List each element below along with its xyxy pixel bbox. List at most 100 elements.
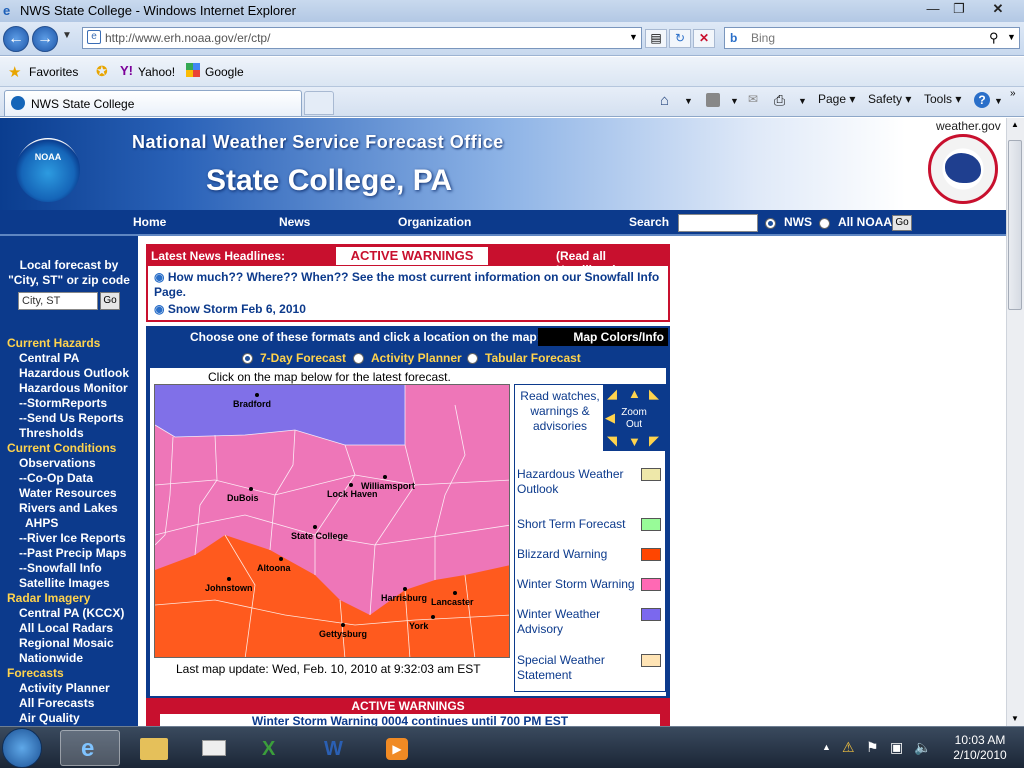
search-placeholder[interactable]: Bing (751, 31, 775, 45)
city-label-johnstown[interactable]: Johnstown (205, 583, 253, 593)
radio-all-noaa[interactable] (819, 218, 830, 229)
city-marker[interactable] (279, 557, 283, 561)
tray-expand-icon[interactable]: ▲ (822, 742, 831, 752)
forward-button[interactable]: → (32, 26, 58, 52)
scroll-down-icon[interactable]: ▼ (1011, 714, 1019, 723)
compatibility-icon[interactable]: ▤ (645, 29, 667, 48)
tools-menu[interactable]: Tools ▾ (924, 92, 961, 106)
sidebar-link-past-precip-maps[interactable]: --Past Precip Maps (19, 546, 126, 560)
city-go-button[interactable]: Go (100, 292, 120, 310)
nav-organization[interactable]: Organization (398, 215, 471, 229)
close-button[interactable]: ✕ (976, 0, 1020, 18)
scrollbar-thumb[interactable] (1008, 140, 1022, 310)
zoom-out-label[interactable]: Zoom Out (617, 407, 651, 431)
sidebar-link-nationwide[interactable]: Nationwide (19, 651, 83, 665)
legend-label-special-weather-statement[interactable]: Special Weather Statement (517, 653, 635, 683)
weather-gov-link[interactable]: weather.gov (936, 119, 1001, 133)
city-input[interactable]: City, ST (18, 292, 98, 310)
forecast-map[interactable]: Bradford Williamsport DuBois Lock Haven Stat… (154, 384, 510, 658)
nav-news[interactable]: News (279, 215, 310, 229)
sidebar-link-current-hazards[interactable]: Current Hazards (7, 336, 100, 350)
sidebar-link-thresholds[interactable]: Thresholds (19, 426, 84, 440)
sidebar-link-water-resources[interactable]: Water Resources (19, 486, 117, 500)
sidebar-link-river-ice-reports[interactable]: --River Ice Reports (19, 531, 126, 545)
address-dropdown-icon[interactable]: ▼ (629, 32, 638, 42)
radio-7day[interactable] (242, 353, 253, 364)
arrow-w-icon[interactable]: ◀ (605, 411, 615, 424)
radio-nws[interactable] (765, 218, 776, 229)
yahoo-link[interactable]: Yahoo! (138, 65, 175, 79)
sidebar-link-radar-imagery[interactable]: Radar Imagery (7, 591, 90, 605)
news-item-snowfall[interactable]: ◉ How much?? Where?? When?? See the most… (154, 270, 664, 300)
tray-display-icon[interactable]: ▣ (890, 739, 903, 756)
add-favorite-icon[interactable]: ✪ (96, 63, 108, 80)
city-marker[interactable] (255, 393, 259, 397)
map-colors-link[interactable]: Map Colors/Info (538, 328, 668, 346)
active-warning-item[interactable]: Winter Storm Warning 0004 continues unti… (160, 714, 660, 726)
legend-label-short-term-forecast[interactable]: Short Term Forecast (517, 517, 635, 532)
print-dropdown-icon[interactable]: ▼ (798, 96, 807, 106)
feeds-icon[interactable] (706, 93, 720, 107)
arrow-nw-icon[interactable]: ◢ (607, 387, 617, 400)
sidebar-link-activity-planner[interactable]: Activity Planner (19, 681, 110, 695)
taskbar-explorer-icon[interactable] (124, 730, 184, 766)
city-marker[interactable] (403, 587, 407, 591)
arrow-se-icon[interactable]: ◤ (649, 434, 659, 447)
city-marker[interactable] (349, 483, 353, 487)
sidebar-link-stormreports[interactable]: --StormReports (19, 396, 107, 410)
home-dropdown-icon[interactable]: ▼ (684, 96, 693, 106)
tray-flag-icon[interactable]: ⚑ (866, 739, 879, 756)
address-text[interactable]: http://www.erh.noaa.gov/er/ctp/ (105, 31, 270, 45)
sidebar-link-regional-mosaic[interactable]: Regional Mosaic (19, 636, 114, 650)
feeds-dropdown-icon[interactable]: ▼ (730, 96, 739, 106)
nws-seal-logo[interactable] (928, 134, 998, 204)
taskbar-word-icon[interactable]: W (306, 730, 366, 766)
city-label-lancaster[interactable]: Lancaster (431, 597, 474, 607)
google-link[interactable]: Google (205, 65, 244, 79)
sidebar-link-co-op-data[interactable]: --Co-Op Data (19, 471, 93, 485)
mail-icon[interactable]: ✉ (748, 92, 758, 106)
help-dropdown-icon[interactable]: ▼ (994, 96, 1003, 106)
tab-nws-state-college[interactable]: NWS State College (4, 90, 302, 116)
radio-tabular[interactable] (467, 353, 478, 364)
search-box[interactable]: b Bing ⚲ ▼ (724, 27, 1020, 49)
radio-activity-planner[interactable] (353, 353, 364, 364)
minimize-button[interactable]: — (920, 0, 946, 18)
legend-label-winter-weather-advisory[interactable]: Winter Weather Advisory (517, 607, 635, 637)
stop-icon[interactable]: ✕ (693, 29, 715, 48)
city-marker[interactable] (383, 475, 387, 479)
taskbar-mail-icon[interactable] (184, 730, 244, 766)
start-button[interactable] (2, 728, 42, 768)
read-watches-link[interactable]: Read watches, warnings & advisories (517, 389, 603, 434)
arrow-n-icon[interactable]: ▲ (628, 387, 641, 400)
scroll-up-icon[interactable]: ▲ (1011, 120, 1019, 129)
city-label-gettysburg[interactable]: Gettysburg (319, 629, 367, 639)
taskbar-excel-icon[interactable]: X (244, 730, 304, 766)
city-marker[interactable] (341, 623, 345, 627)
arrow-sw-icon[interactable]: ◥ (607, 434, 617, 447)
city-label-harrisburg[interactable]: Harrisburg (381, 593, 427, 603)
city-marker[interactable] (227, 577, 231, 581)
taskbar-media-icon[interactable]: ▶ (368, 730, 428, 766)
chevron-more-icon[interactable]: » (1010, 88, 1016, 99)
sidebar-link-ahps[interactable]: AHPS (25, 516, 58, 530)
sidebar-link-snowfall-info[interactable]: --Snowfall Info (19, 561, 102, 575)
system-clock[interactable]: 10:03 AM 2/10/2010 (940, 733, 1020, 763)
address-bar[interactable]: e http://www.erh.noaa.gov/er/ctp/ ▼ (82, 27, 642, 49)
legend-label-hazardous-weather-outlook[interactable]: Hazardous Weather Outlook (517, 467, 635, 497)
city-marker[interactable] (431, 615, 435, 619)
history-dropdown-icon[interactable]: ▼ (62, 30, 72, 41)
safety-menu[interactable]: Safety ▾ (868, 92, 911, 106)
city-marker[interactable] (453, 591, 457, 595)
city-marker[interactable] (313, 525, 317, 529)
sidebar-link-current-conditions[interactable]: Current Conditions (7, 441, 116, 455)
sidebar-link-all-local-radars[interactable]: All Local Radars (19, 621, 113, 635)
search-icon[interactable]: ⚲ (989, 30, 999, 46)
print-icon[interactable]: ⎙ (774, 92, 785, 109)
legend-label-winter-storm-warning[interactable]: Winter Storm Warning (517, 577, 635, 592)
sidebar-link-hazardous-monitor[interactable]: Hazardous Monitor (19, 381, 128, 395)
maximize-button[interactable]: ❐ (946, 0, 972, 18)
news-item-snowstorm[interactable]: ◉ Snow Storm Feb 6, 2010 (154, 302, 306, 317)
search-dropdown-icon[interactable]: ▼ (1007, 32, 1016, 42)
nav-home[interactable]: Home (133, 215, 166, 229)
